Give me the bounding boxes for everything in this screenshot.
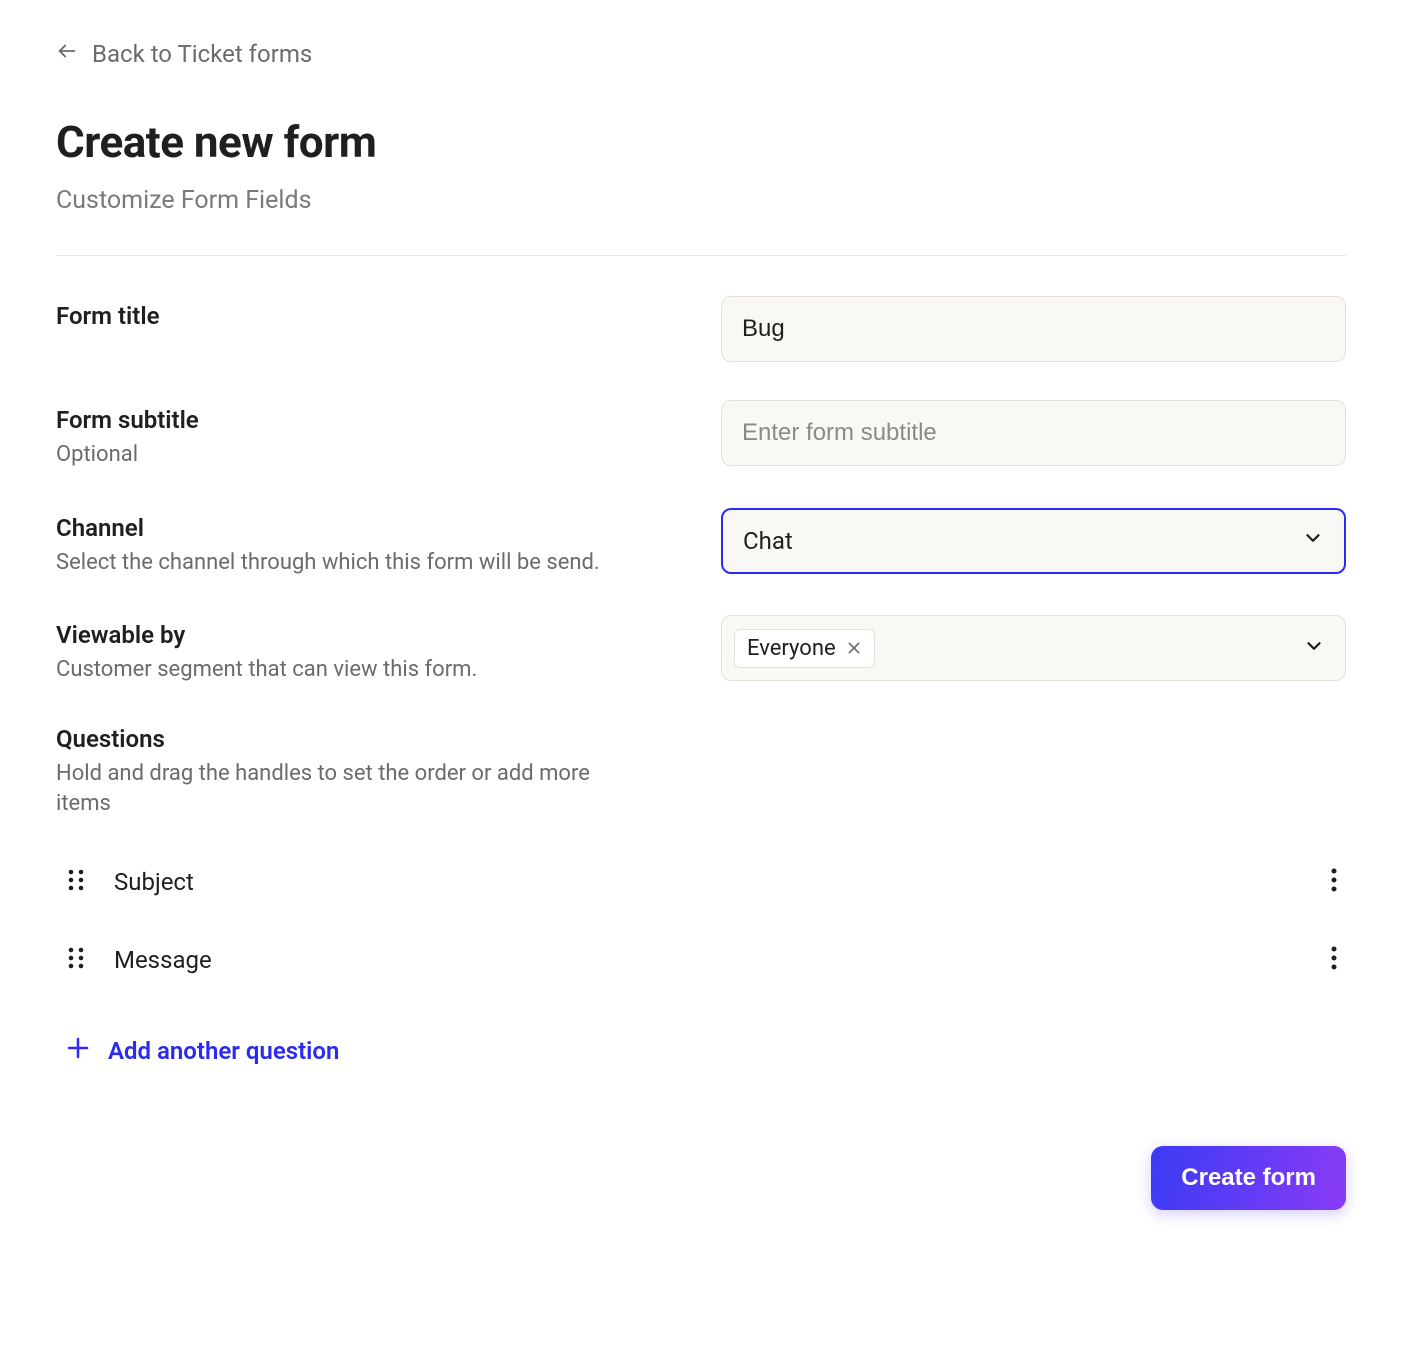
form-subtitle-row: Form subtitle Optional: [56, 400, 1346, 470]
questions-section: Questions Hold and drag the handles to s…: [56, 725, 1346, 1076]
question-item: Subject: [56, 852, 1346, 912]
viewable-tag-chip: Everyone: [734, 629, 875, 668]
channel-selected-value: Chat: [743, 527, 793, 555]
question-options-menu[interactable]: [1326, 862, 1342, 902]
form-title-label: Form title: [56, 302, 681, 330]
form-subtitle-help: Optional: [56, 440, 636, 470]
chevron-down-icon: [1303, 635, 1325, 661]
remove-tag-button[interactable]: [846, 640, 862, 656]
question-label: Message: [114, 946, 212, 974]
viewable-by-label: Viewable by: [56, 621, 681, 649]
divider: [56, 255, 1346, 256]
form-subtitle-input[interactable]: [721, 400, 1346, 466]
add-question-label: Add another question: [108, 1037, 339, 1065]
viewable-by-select[interactable]: Everyone: [721, 615, 1346, 681]
drag-handle-icon[interactable]: [66, 866, 86, 898]
back-to-ticket-forms-link[interactable]: Back to Ticket forms: [56, 40, 312, 68]
question-label: Subject: [114, 868, 194, 896]
create-form-label: Create form: [1181, 1164, 1316, 1191]
page-subtitle: Customize Form Fields: [56, 186, 1346, 215]
plus-icon: [66, 1036, 90, 1066]
form-title-input[interactable]: [721, 296, 1346, 362]
viewable-by-help: Customer segment that can view this form…: [56, 655, 636, 685]
back-link-label: Back to Ticket forms: [92, 40, 312, 68]
create-form-button[interactable]: Create form: [1151, 1146, 1346, 1210]
footer: Create form: [56, 1146, 1346, 1210]
channel-label: Channel: [56, 514, 681, 542]
form-title-row: Form title: [56, 296, 1346, 362]
form-subtitle-label: Form subtitle: [56, 406, 681, 434]
viewable-tag-label: Everyone: [747, 636, 836, 661]
page-title: Create new form: [56, 116, 1346, 168]
arrow-left-icon: [56, 40, 78, 68]
chevron-down-icon: [1302, 527, 1324, 555]
channel-row: Channel Select the channel through which…: [56, 508, 1346, 578]
viewable-by-row: Viewable by Customer segment that can vi…: [56, 615, 1346, 685]
channel-select[interactable]: Chat: [721, 508, 1346, 574]
viewable-tag-list: Everyone: [734, 629, 875, 668]
question-options-menu[interactable]: [1326, 940, 1342, 980]
questions-help: Hold and drag the handles to set the ord…: [56, 759, 636, 818]
questions-label: Questions: [56, 725, 1346, 753]
question-item: Message: [56, 930, 1346, 990]
drag-handle-icon[interactable]: [66, 944, 86, 976]
add-question-button[interactable]: Add another question: [56, 1026, 1346, 1076]
channel-help: Select the channel through which this fo…: [56, 548, 636, 578]
